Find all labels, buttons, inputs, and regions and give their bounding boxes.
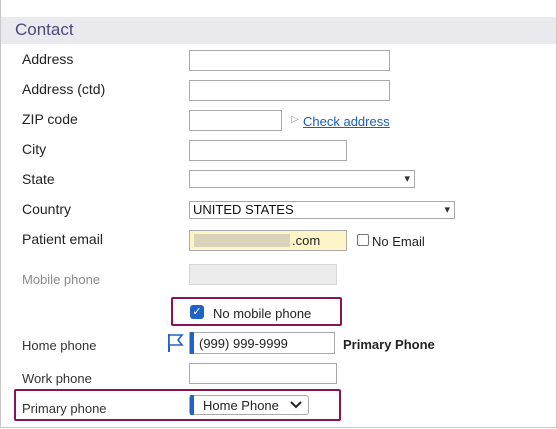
city-input[interactable]	[189, 140, 347, 161]
primary-phone-tag: Primary Phone	[343, 337, 435, 352]
mobile-phone-label: Mobile phone	[22, 272, 101, 287]
primary-phone-select[interactable]: Home Phone	[189, 395, 309, 415]
no-mobile-phone-checkbox[interactable]: ✓	[190, 305, 204, 319]
patient-email-input[interactable]: .com	[189, 230, 347, 251]
patient-email-label: Patient email	[22, 231, 103, 247]
no-email-checkbox[interactable]	[357, 234, 369, 246]
chevron-down-icon: ▾	[444, 204, 450, 216]
state-select[interactable]: ▾	[189, 170, 415, 188]
country-select[interactable]: UNITED STATES ▾	[189, 201, 455, 219]
address-input[interactable]	[189, 50, 390, 71]
state-label: State	[22, 171, 55, 187]
chevron-down-icon	[290, 397, 302, 416]
primary-select-indicator	[190, 395, 194, 415]
home-phone-value: (999) 999-9999	[199, 336, 288, 351]
mobile-phone-input	[189, 264, 337, 285]
home-phone-input[interactable]: (999) 999-9999	[189, 332, 335, 354]
primary-phone-value: Home Phone	[203, 398, 279, 413]
address-ctd-input[interactable]	[189, 80, 390, 101]
work-phone-input[interactable]	[189, 363, 337, 384]
zip-input[interactable]	[189, 110, 282, 131]
country-label: Country	[22, 201, 72, 217]
check-address-link[interactable]: Check address	[303, 114, 390, 129]
no-mobile-phone-label: No mobile phone	[213, 306, 312, 321]
primary-indicator	[190, 332, 194, 354]
home-phone-label: Home phone	[22, 338, 97, 353]
city-label: City	[22, 141, 47, 157]
address-ctd-label: Address (ctd)	[22, 81, 106, 97]
arrow-right-icon: ▷	[291, 114, 299, 125]
primary-phone-label: Primary phone	[22, 401, 107, 416]
section-title: Contact	[15, 20, 74, 39]
country-select-value: UNITED STATES	[193, 202, 294, 217]
redacted-email-block	[194, 234, 290, 247]
flag-icon	[167, 333, 185, 358]
address-label: Address	[22, 51, 74, 67]
chevron-down-icon: ▾	[404, 173, 410, 185]
no-email-label: No Email	[372, 234, 425, 249]
section-header: Contact	[1, 17, 556, 44]
work-phone-label: Work phone	[22, 371, 92, 386]
email-domain-suffix: .com	[292, 233, 321, 248]
zip-label: ZIP code	[22, 111, 78, 127]
